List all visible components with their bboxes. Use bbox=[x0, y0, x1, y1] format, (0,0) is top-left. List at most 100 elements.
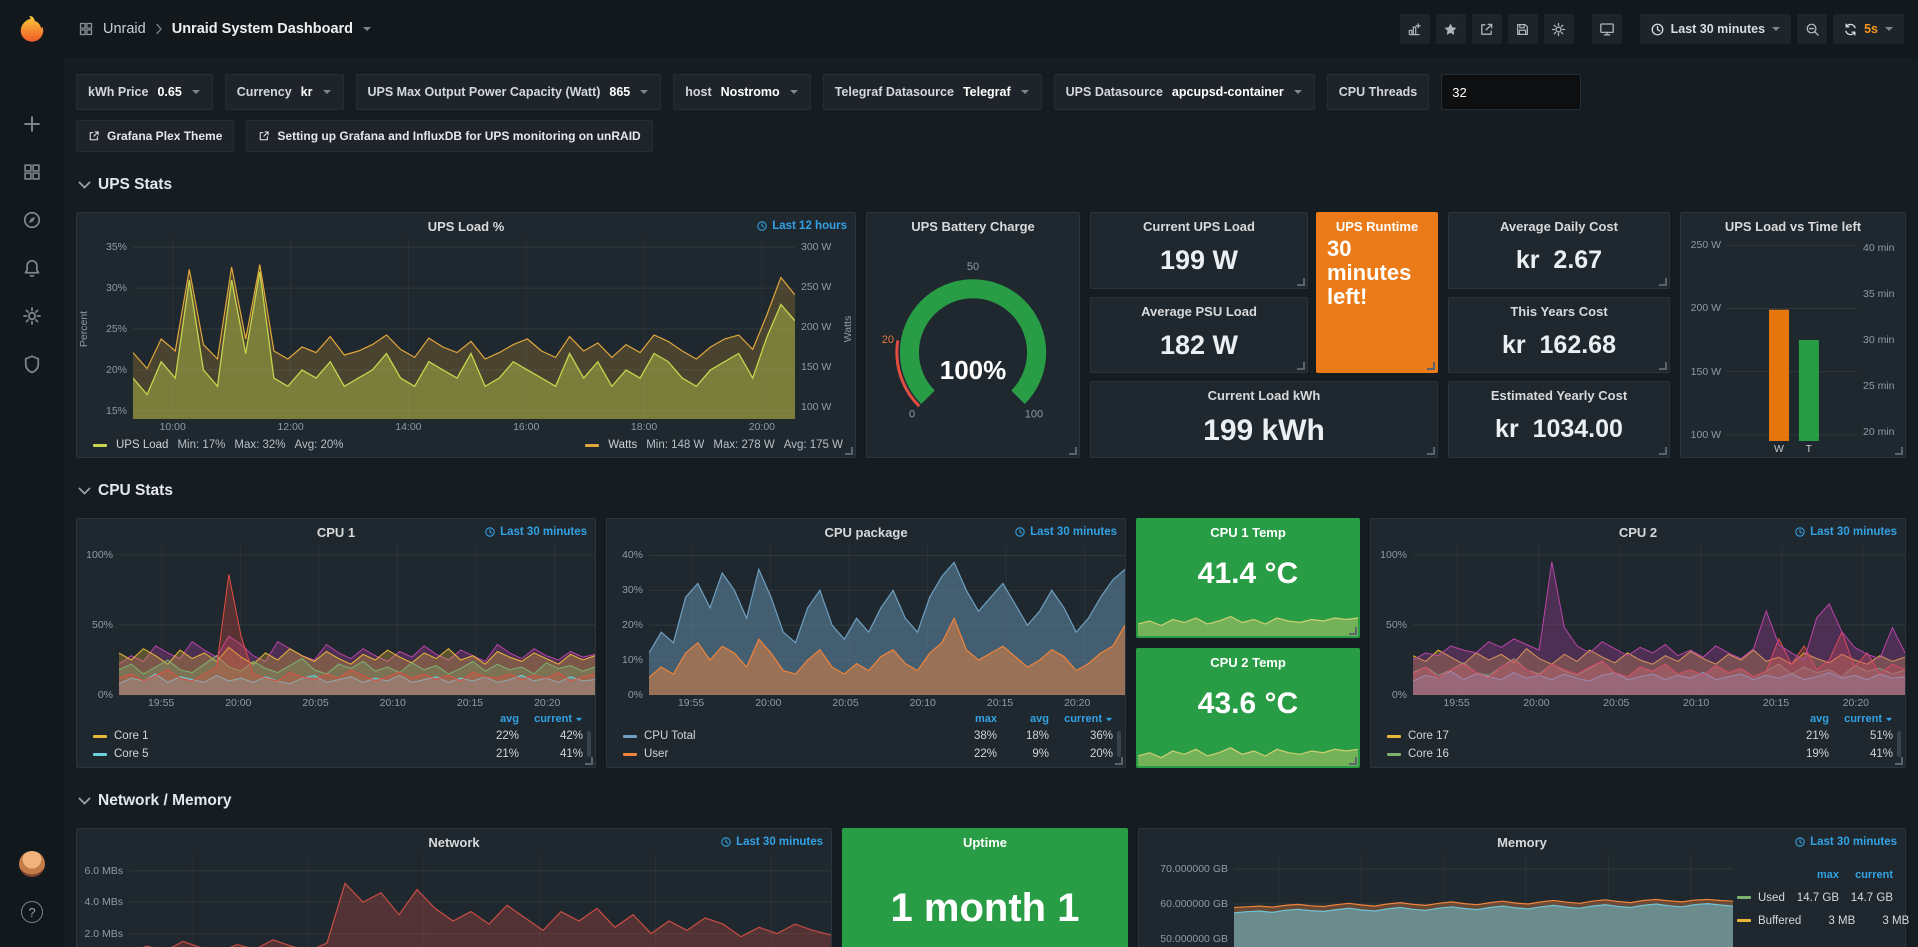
grafana-logo-icon[interactable] bbox=[17, 0, 47, 58]
panel-title[interactable]: Average PSU Load bbox=[1091, 298, 1307, 319]
variable-label: Telegraf Datasource bbox=[835, 85, 954, 99]
legend-sort-current[interactable]: current bbox=[519, 713, 583, 725]
panel-title[interactable]: CPU 2 Temp bbox=[1137, 649, 1359, 670]
panel-title[interactable]: UPS Battery Charge bbox=[911, 219, 1035, 234]
legend-series-toggle[interactable]: Core 16 bbox=[1387, 748, 1773, 760]
add-panel-button[interactable] bbox=[1400, 14, 1430, 44]
panel-title[interactable]: Memory bbox=[1497, 835, 1547, 850]
stat-value: 41.4 °C bbox=[1137, 540, 1359, 606]
section-cpu-stats[interactable]: CPU Stats bbox=[64, 476, 1918, 506]
alerting-bell-icon[interactable] bbox=[22, 258, 42, 278]
external-link-icon bbox=[88, 130, 100, 142]
legend-series-toggle[interactable]: Core 1 bbox=[93, 730, 463, 742]
help-icon[interactable]: ? bbox=[21, 901, 43, 923]
legend-scrollbar[interactable] bbox=[1117, 731, 1121, 757]
panel-header: CPU package Last 30 minutes bbox=[607, 519, 1125, 545]
configuration-gear-icon[interactable] bbox=[22, 306, 42, 326]
panel-title[interactable]: Current UPS Load bbox=[1091, 213, 1307, 234]
variable-telegraf-datasource[interactable]: Telegraf Datasource Telegraf bbox=[823, 74, 1042, 110]
panel-title[interactable]: Uptime bbox=[843, 829, 1127, 850]
cpu1-plot[interactable] bbox=[119, 545, 595, 695]
link-ups-monitoring-guide[interactable]: Setting up Grafana and InfluxDB for UPS … bbox=[246, 120, 652, 152]
variable-host[interactable]: host Nostromo bbox=[673, 74, 810, 110]
server-admin-shield-icon[interactable] bbox=[22, 354, 42, 374]
section-network-memory[interactable]: Network / Memory bbox=[64, 786, 1918, 816]
user-avatar[interactable] bbox=[19, 851, 45, 877]
breadcrumb: Unraid Unraid System Dashboard bbox=[78, 21, 372, 37]
series-color-dash bbox=[623, 735, 637, 738]
panel-title[interactable]: Estimated Yearly Cost bbox=[1449, 382, 1669, 403]
breadcrumb-dashboard-name[interactable]: Unraid System Dashboard bbox=[172, 21, 353, 37]
save-dashboard-button[interactable] bbox=[1508, 14, 1538, 44]
cpu-package-plot[interactable] bbox=[649, 545, 1125, 695]
clock-icon bbox=[484, 526, 496, 538]
legend-scrollbar[interactable] bbox=[1897, 731, 1901, 757]
legend-series-toggle[interactable]: Core 5 bbox=[93, 748, 463, 760]
ups-bar-plot[interactable] bbox=[1727, 239, 1857, 441]
legend-sort-max[interactable]: max bbox=[1785, 869, 1839, 881]
legend-series-toggle[interactable]: Used bbox=[1737, 892, 1785, 904]
legend-sort-avg[interactable]: avg bbox=[463, 713, 519, 725]
time-range-picker[interactable]: Last 30 minutes bbox=[1640, 14, 1791, 44]
link-label: Grafana Plex Theme bbox=[107, 129, 222, 143]
legend-sort-avg[interactable]: avg bbox=[997, 713, 1049, 725]
panel-title[interactable]: Average Daily Cost bbox=[1449, 213, 1669, 234]
panel-title[interactable]: CPU 2 bbox=[1619, 525, 1657, 540]
panel-header: UPS Load vs Time left bbox=[1681, 213, 1905, 239]
ups-load-plot[interactable] bbox=[133, 239, 795, 419]
legend-sort-max[interactable]: max bbox=[945, 713, 997, 725]
variable-kwh-price[interactable]: kWh Price 0.65 bbox=[76, 74, 213, 110]
stat-value: kr 2.67 bbox=[1449, 234, 1669, 288]
create-plus-icon[interactable] bbox=[22, 114, 42, 134]
variable-currency[interactable]: Currency kr bbox=[225, 74, 344, 110]
panel-title[interactable]: Current Load kWh bbox=[1091, 382, 1437, 403]
variable-ups-max-output[interactable]: UPS Max Output Power Capacity (Watt) 865 bbox=[356, 74, 662, 110]
panel-title[interactable]: CPU 1 Temp bbox=[1137, 519, 1359, 540]
legend-series-toggle[interactable]: User bbox=[623, 748, 945, 760]
legend-sort-current[interactable]: current bbox=[1839, 869, 1893, 881]
legend-sort-current[interactable]: current bbox=[1829, 713, 1893, 725]
variable-value: apcupsd-container bbox=[1172, 85, 1284, 99]
explore-compass-icon[interactable] bbox=[22, 210, 42, 230]
memory-plot[interactable] bbox=[1234, 855, 1733, 947]
panel-header: UPS Load % Last 12 hours bbox=[77, 213, 855, 239]
legend-sort-avg[interactable]: avg bbox=[1773, 713, 1829, 725]
variable-label: UPS Max Output Power Capacity (Watt) bbox=[368, 85, 601, 99]
panel-title[interactable]: UPS Runtime bbox=[1317, 213, 1437, 234]
panel-ups-load-chart: UPS Load % Last 12 hours Percent 35%30%2… bbox=[76, 212, 856, 458]
panel-title[interactable]: CPU package bbox=[824, 525, 907, 540]
section-ups-stats[interactable]: UPS Stats bbox=[64, 170, 1918, 200]
cpu-threads-input[interactable] bbox=[1441, 74, 1581, 110]
panel-title[interactable]: This Years Cost bbox=[1449, 298, 1669, 319]
share-dashboard-button[interactable] bbox=[1472, 14, 1502, 44]
breadcrumb-folder[interactable]: Unraid bbox=[103, 21, 146, 37]
legend-series-ups-load[interactable]: UPS Load Min: 17% Max: 32% Avg: 20% bbox=[93, 439, 344, 451]
legend-series-toggle[interactable]: Buffered bbox=[1737, 915, 1801, 927]
cycle-view-mode-button[interactable] bbox=[1592, 14, 1622, 44]
panel-title[interactable]: UPS Load vs Time left bbox=[1725, 219, 1861, 234]
mark-favorite-star-button[interactable] bbox=[1436, 14, 1466, 44]
refresh-icon bbox=[1843, 22, 1858, 37]
panel-title[interactable]: CPU 1 bbox=[317, 525, 355, 540]
dashboards-icon[interactable] bbox=[22, 162, 42, 182]
variable-label: CPU Threads bbox=[1339, 85, 1418, 99]
panel-title[interactable]: UPS Load % bbox=[428, 219, 505, 234]
dashboard-dropdown-caret-icon[interactable] bbox=[362, 26, 372, 32]
section-title: Network / Memory bbox=[98, 792, 232, 810]
panel-title[interactable]: Network bbox=[428, 835, 479, 850]
stat-value: kr 1034.00 bbox=[1449, 403, 1669, 457]
svg-text:100: 100 bbox=[1025, 408, 1043, 420]
dashboard-settings-button[interactable] bbox=[1544, 14, 1574, 44]
zoom-out-button[interactable] bbox=[1797, 14, 1827, 44]
legend-series-toggle[interactable]: CPU Total bbox=[623, 730, 945, 742]
sidebar-menu bbox=[22, 114, 42, 374]
link-grafana-plex-theme[interactable]: Grafana Plex Theme bbox=[76, 120, 234, 152]
legend-series-toggle[interactable]: Core 17 bbox=[1387, 730, 1773, 742]
legend-scrollbar[interactable] bbox=[587, 731, 591, 757]
variable-ups-datasource[interactable]: UPS Datasource apcupsd-container bbox=[1054, 74, 1315, 110]
legend-series-watts[interactable]: Watts Min: 148 W Max: 278 W Avg: 175 W bbox=[585, 439, 843, 451]
cpu2-plot[interactable] bbox=[1413, 545, 1905, 695]
legend-sort-current[interactable]: current bbox=[1049, 713, 1113, 725]
network-plot[interactable] bbox=[129, 855, 831, 947]
refresh-picker[interactable]: 5s bbox=[1833, 14, 1904, 44]
